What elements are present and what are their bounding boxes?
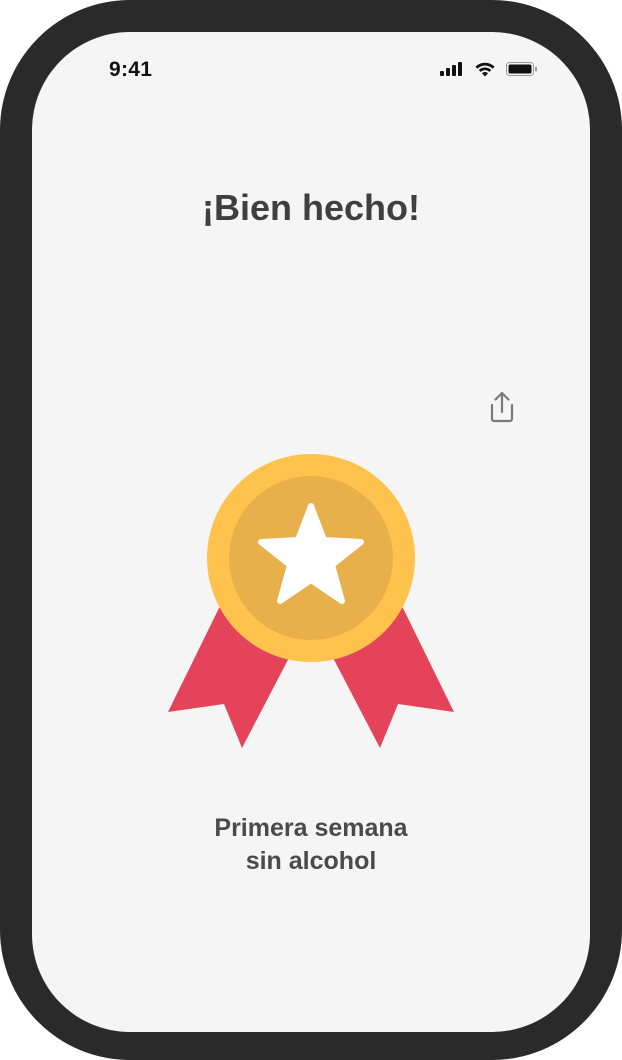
status-time: 9:41 [109,58,153,81]
signal-icon [440,62,464,81]
page-title: ¡Bien hecho! [201,187,420,228]
status-icons [440,61,538,82]
status-bar: 9:41 [32,32,590,112]
achievement-line-2: sin alcohol [245,847,377,875]
phone-frame: 9:41 ¡Bien hecho! Primera semana sin alc… [0,0,622,1060]
share-button[interactable] [482,387,522,427]
wifi-icon [474,61,496,82]
achievement-line-1: Primera semana [214,814,408,842]
share-icon [490,391,514,423]
app-screen: 9:41 ¡Bien hecho! Primera semana sin alc… [32,32,590,1032]
battery-icon [506,62,538,81]
achievement-title: Primera semana sin alcohol [32,812,590,878]
medal-badge [164,452,458,752]
medal-star-icon [168,454,454,748]
